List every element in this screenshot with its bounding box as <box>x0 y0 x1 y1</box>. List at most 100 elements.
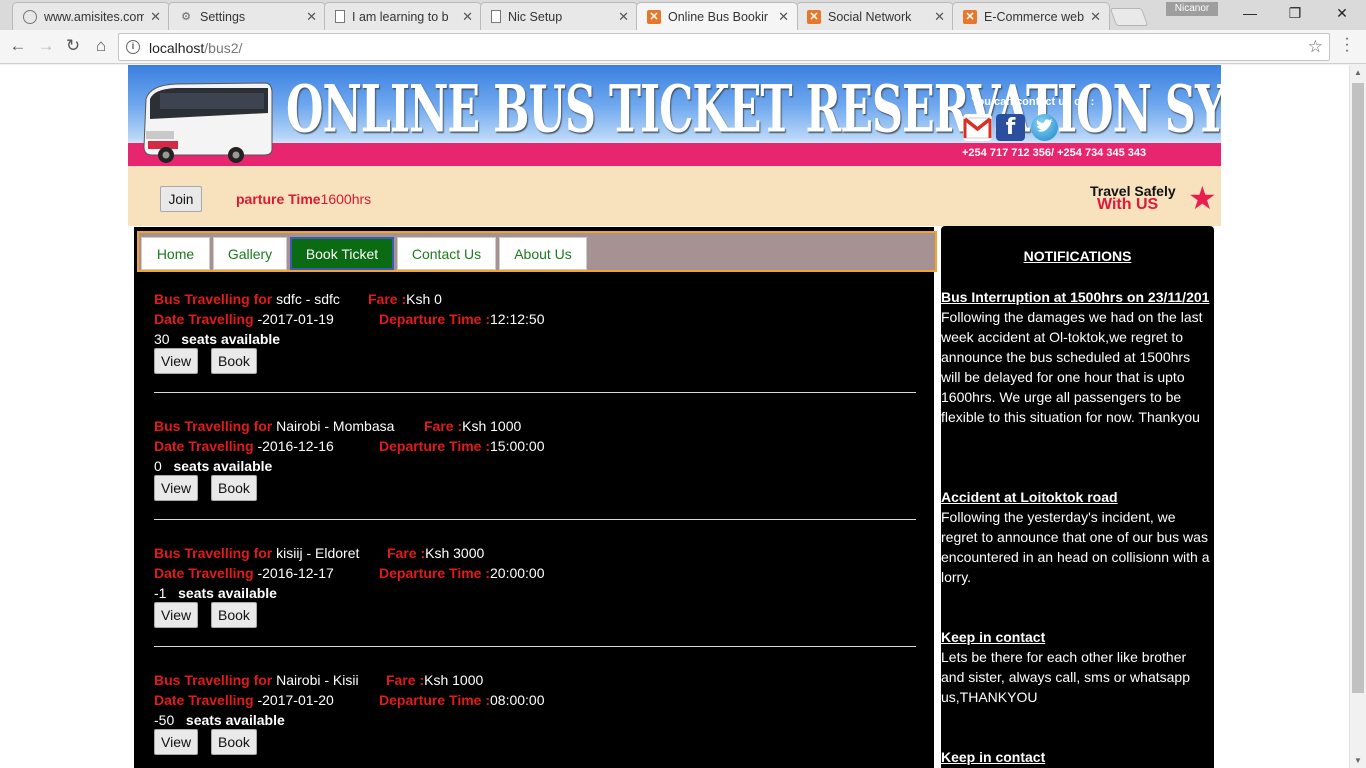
book-button[interactable]: Book <box>211 602 257 628</box>
bus-item: Bus Travelling for Nairobi - Kisii Fare … <box>154 672 914 755</box>
bus-item: Bus Travelling for sdfc - sdfc Fare :Ksh… <box>154 291 914 374</box>
route-label: Bus Travelling for <box>154 418 273 434</box>
close-icon[interactable]: ✕ <box>1090 9 1101 25</box>
notification-heading[interactable]: Accident at Loitoktok road <box>941 487 1213 507</box>
page-scrollbar[interactable]: ▲ ▼ <box>1349 65 1366 768</box>
route-line: Bus Travelling for Nairobi - Kisii <box>154 672 359 688</box>
notification-heading[interactable]: Bus Interruption at 1500hrs on 23/11/201 <box>941 287 1213 307</box>
notification-body: Lets be there for each other like brothe… <box>941 649 1190 705</box>
address-bar[interactable]: i localhost/bus2/ ☆ <box>118 33 1330 61</box>
close-icon[interactable]: ✕ <box>306 9 317 25</box>
xampp-icon: ✕ <box>647 9 661 24</box>
date-line: Date Travelling -2016-12-16 <box>154 438 334 454</box>
nav-book-ticket[interactable]: Book Ticket <box>290 237 394 270</box>
page-icon <box>335 10 345 23</box>
departure-label: Departure Time : <box>379 311 490 327</box>
browser-tab-active[interactable]: ✕ Online Bus Bookir ✕ <box>636 2 798 30</box>
tab-title: Nic Setup <box>508 9 563 24</box>
close-icon[interactable]: ✕ <box>934 9 945 25</box>
travel-line2: With US <box>1097 196 1159 213</box>
view-button[interactable]: View <box>154 729 199 755</box>
departure-label: Departure Time : <box>379 692 490 708</box>
info-icon[interactable]: i <box>126 40 140 54</box>
maximize-icon[interactable]: ❐ <box>1285 5 1305 22</box>
close-icon[interactable]: ✕ <box>618 9 629 25</box>
date-label: Date Travelling <box>154 311 254 327</box>
notification-item: Accident at Loitoktok road Following the… <box>941 487 1213 587</box>
notification-item: Bus Interruption at 1500hrs on 23/11/201… <box>941 287 1213 427</box>
nav-home[interactable]: Home <box>141 237 210 270</box>
scroll-up-icon[interactable]: ▲ <box>1354 68 1362 77</box>
new-tab-button[interactable] <box>1109 8 1149 26</box>
browser-toolbar: ← → ↻ ⌂ i localhost/bus2/ ☆ <box>0 30 1366 64</box>
bookmark-star-icon[interactable]: ☆ <box>1308 37 1323 57</box>
book-button[interactable]: Book <box>211 729 257 755</box>
browser-tab[interactable]: Nic Setup ✕ <box>480 2 638 30</box>
divider <box>154 392 916 393</box>
close-icon[interactable]: ✕ <box>150 9 161 25</box>
view-button[interactable]: View <box>154 475 199 501</box>
notification-heading[interactable]: Keep in contact <box>941 747 1213 767</box>
route-label: Bus Travelling for <box>154 672 273 688</box>
departure-value: 12:12:50 <box>490 311 545 327</box>
contact-phones: +254 717 712 356/ +254 734 345 343 <box>962 147 1147 159</box>
departure-value: 20:00:00 <box>490 565 545 581</box>
nav-contact-us[interactable]: Contact Us <box>397 237 496 270</box>
minimize-icon[interactable]: — <box>1240 5 1260 21</box>
page-viewport: ONLINE BUS TICKET RESERVATION SYSTEM You… <box>0 65 1349 768</box>
browser-tab[interactable]: I am learning to b ✕ <box>324 2 482 30</box>
url-text[interactable]: localhost/bus2/ <box>149 40 242 56</box>
browser-tab[interactable]: www.amisites.com ✕ <box>12 2 170 30</box>
fare-line: Fare :Ksh 3000 <box>387 545 484 561</box>
scrollbar-thumb[interactable] <box>1352 83 1364 693</box>
view-button[interactable]: View <box>154 602 199 628</box>
bus-image <box>143 82 273 163</box>
date-value: -2017-01-19 <box>257 311 334 327</box>
browser-tab-strip: www.amisites.com ✕ ⚙ Settings ✕ I am lea… <box>0 0 1366 30</box>
site-title: ONLINE BUS TICKET RESERVATION SYSTEM <box>286 73 1221 148</box>
fare-value: Ksh 1000 <box>424 672 484 688</box>
departure-line: Departure Time :08:00:00 <box>379 692 545 708</box>
browser-tab[interactable]: ⚙ Settings ✕ <box>168 2 326 30</box>
facebook-icon[interactable]: f <box>996 114 1025 141</box>
join-button[interactable]: Join <box>160 186 202 212</box>
departure-line: Departure Time :12:12:50 <box>379 311 545 327</box>
nav-gallery[interactable]: Gallery <box>213 237 287 270</box>
marquee-text: parture Time1600hrs <box>236 191 371 207</box>
close-icon[interactable]: ✕ <box>778 9 789 25</box>
window-close-icon[interactable]: ✕ <box>1332 5 1352 22</box>
departure-line: Departure Time :20:00:00 <box>379 565 545 581</box>
notification-heading[interactable]: Keep in contact <box>941 627 1213 647</box>
gmail-icon[interactable] <box>963 114 992 141</box>
browser-tab[interactable]: ✕ Social Network ✕ <box>796 2 954 30</box>
reload-icon[interactable]: ↻ <box>62 36 84 56</box>
page-icon <box>491 10 501 23</box>
departure-line: Departure Time :15:00:00 <box>379 438 545 454</box>
home-icon[interactable]: ⌂ <box>90 36 112 56</box>
seats-line: -1 seats available <box>154 585 277 601</box>
notification-body: Following the yesterday's incident, we r… <box>941 509 1210 585</box>
departure-label: Departure Time : <box>379 438 490 454</box>
tab-title: www.amisites.com <box>44 9 145 24</box>
fare-line: Fare :Ksh 1000 <box>424 418 521 434</box>
book-button[interactable]: Book <box>211 348 257 374</box>
close-icon[interactable]: ✕ <box>462 9 473 25</box>
date-label: Date Travelling <box>154 438 254 454</box>
scroll-down-icon[interactable]: ▼ <box>1354 756 1362 765</box>
divider <box>154 646 916 647</box>
menu-kebab-icon[interactable]: · · · <box>1340 31 1354 59</box>
seats-label: seats available <box>181 331 281 347</box>
view-button[interactable]: View <box>154 348 199 374</box>
twitter-icon[interactable] <box>1031 114 1058 141</box>
seats-line: -50 seats available <box>154 712 285 728</box>
book-button[interactable]: Book <box>211 475 257 501</box>
route-line: Bus Travelling for kisiij - Eldoret <box>154 545 359 561</box>
browser-tab[interactable]: ✕ E-Commerce web ✕ <box>952 2 1110 30</box>
profile-button[interactable]: Nicanor <box>1166 2 1218 16</box>
date-value: -2017-01-20 <box>257 692 334 708</box>
nav-about-us[interactable]: About Us <box>499 237 587 270</box>
back-arrow-icon[interactable]: ← <box>7 36 29 56</box>
forward-arrow-icon[interactable]: → <box>35 36 57 56</box>
route-value: Nairobi - Kisii <box>276 672 359 688</box>
seats-value: 0 <box>154 458 162 474</box>
